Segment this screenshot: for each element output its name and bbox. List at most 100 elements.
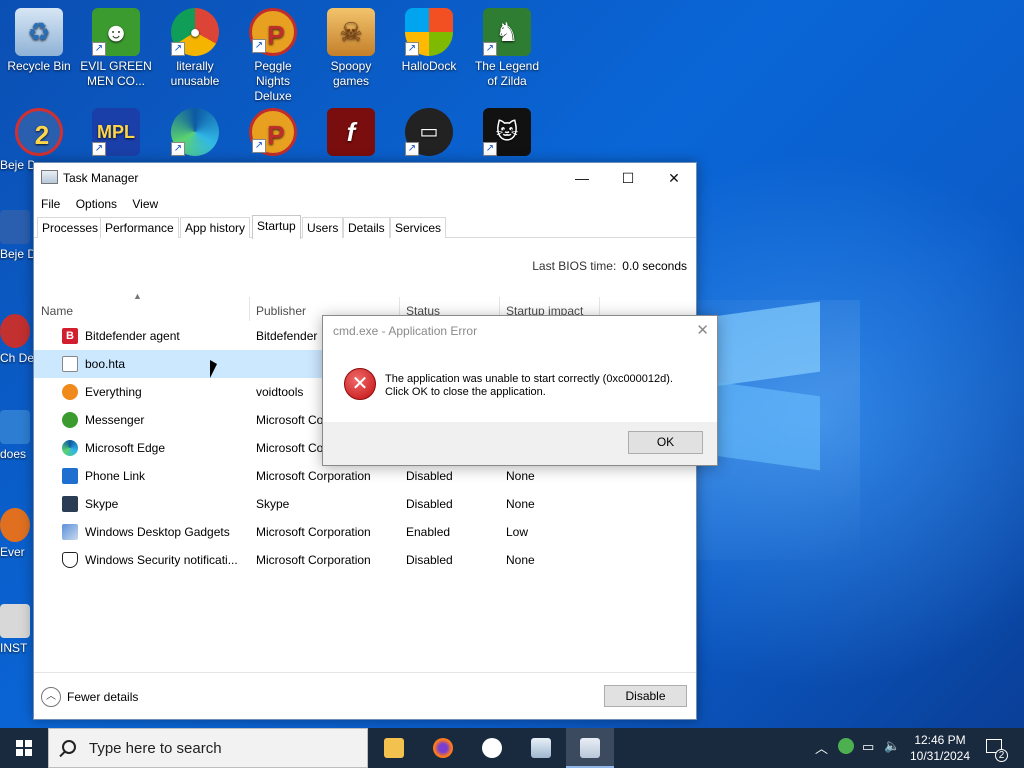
desktop-icon-label: Beje De — [0, 247, 34, 261]
tab-details[interactable]: Details — [343, 217, 390, 238]
close-icon[interactable]: ✕ — [696, 321, 709, 339]
row-publisher: Microsoft Corporation — [256, 525, 371, 539]
desktop-icon-edge[interactable]: ↗ — [158, 104, 232, 159]
column-divider[interactable] — [249, 297, 250, 321]
system-clock[interactable]: 12:46 PM 10/31/2024 — [905, 732, 975, 764]
desktop-icon-literally-unusable[interactable]: ● ↗ literally unusable — [158, 4, 232, 89]
column-header-name[interactable]: Name — [41, 304, 73, 318]
app-icon — [0, 410, 30, 444]
taskbar: Type here to search ︿ ▭ 🔈 12:46 PM 10/31… — [0, 728, 1024, 768]
network-icon[interactable]: ▭ — [862, 739, 874, 768]
taskbar-task-manager[interactable] — [566, 728, 614, 768]
table-row[interactable]: Windows Desktop Gadgets Microsoft Corpor… — [34, 518, 696, 546]
fewer-details-link[interactable]: Fewer details — [67, 690, 138, 704]
desktop-icon-label: does — [0, 447, 27, 461]
folder-icon — [384, 738, 404, 758]
tab-services[interactable]: Services — [390, 217, 447, 238]
desktop-icon-evil-green-men[interactable]: ☻ ↗ EVIL GREEN MEN CO... — [79, 4, 153, 89]
title-bar[interactable]: Task Manager — ☐ ✕ — [34, 163, 696, 193]
search-placeholder: Type here to search — [89, 740, 222, 757]
desktop-icon-mpl[interactable]: MPL ↗ — [79, 104, 153, 159]
desktop-icon-screen-tool[interactable]: ▭ ↗ — [392, 104, 466, 159]
windows-logo-icon — [16, 740, 32, 756]
desktop-icon-side-3[interactable]: Ch De — [0, 314, 34, 365]
minimize-button[interactable]: — — [559, 163, 605, 193]
chevron-up-icon[interactable]: ︿ — [41, 687, 61, 707]
show-hidden-icons-chevron-icon[interactable]: ︿ — [815, 738, 828, 768]
row-name: boo.hta — [85, 357, 126, 371]
tab-users[interactable]: Users — [302, 217, 344, 238]
table-row[interactable]: Phone Link Microsoft Corporation Disable… — [34, 462, 696, 490]
menu-view[interactable]: View — [132, 193, 158, 215]
task-manager-icon — [41, 170, 58, 184]
desktop-icon-side-1[interactable]: Beje De — [0, 158, 34, 172]
ok-button[interactable]: OK — [628, 431, 703, 454]
desktop-icon-label: Spoopy games — [330, 59, 372, 88]
taskbar-firefox[interactable] — [419, 728, 467, 768]
column-header-publisher[interactable]: Publisher — [256, 304, 306, 318]
desktop-icon-peggle-nights[interactable]: P ↗ Peggle Nights Deluxe — [236, 4, 310, 104]
desktop-icon-side-6[interactable]: INST — [0, 604, 34, 655]
recycle-bin-icon: ♻ — [15, 8, 63, 56]
zilda-character-icon: ♞ ↗ — [483, 8, 531, 56]
search-icon — [62, 740, 76, 754]
tab-startup[interactable]: Startup — [252, 215, 301, 239]
flash-icon: f — [327, 108, 375, 156]
peggle-icon: P ↗ — [249, 108, 297, 156]
row-impact: None — [506, 469, 535, 483]
tab-processes[interactable]: Processes — [37, 217, 104, 238]
taskbar-notepad[interactable] — [517, 728, 565, 768]
desktop-icon-bejeweled[interactable]: 2 — [2, 104, 76, 159]
desktop-icon-github[interactable]: 🐱 ↗ — [470, 104, 544, 159]
table-row[interactable]: Skype Skype Disabled None — [34, 490, 696, 518]
desktop-icon-recycle-bin[interactable]: ♻ Recycle Bin — [2, 4, 76, 74]
desktop-icon-spoopy-games[interactable]: ☠ Spoopy games — [314, 4, 388, 89]
row-name: Everything — [85, 385, 142, 399]
row-name: Windows Desktop Gadgets — [85, 525, 230, 539]
dialog-footer: OK — [323, 422, 717, 465]
volume-icon[interactable]: 🔈 — [884, 738, 900, 768]
error-message: The application was unable to start corr… — [385, 373, 673, 399]
row-name: Microsoft Edge — [85, 441, 166, 455]
desktop-icon-side-5[interactable]: Ever — [0, 508, 34, 559]
row-name: Windows Security notificati... — [85, 553, 238, 567]
tray-app-icon[interactable] — [838, 738, 854, 754]
magnifier-icon — [62, 384, 78, 400]
row-publisher: voidtools — [256, 385, 304, 399]
close-button[interactable]: ✕ — [651, 163, 697, 193]
desktop-icon-label: INST — [0, 641, 28, 655]
maximize-button[interactable]: ☐ — [605, 163, 651, 193]
desktop-icon-side-4[interactable]: does — [0, 410, 34, 461]
row-name: Skype — [85, 497, 119, 511]
desktop-icon-legend-of-zilda[interactable]: ♞ ↗ The Legend of Zilda — [470, 4, 544, 89]
menu-file[interactable]: File — [41, 193, 60, 215]
search-input[interactable]: Type here to search — [48, 728, 368, 768]
desktop-icon-side-2[interactable]: Beje De — [0, 210, 34, 261]
desktop-icon-flash[interactable]: f — [314, 104, 388, 159]
messenger-icon — [62, 412, 78, 428]
tab-performance[interactable]: Performance — [100, 217, 179, 238]
tab-app-history[interactable]: App history — [180, 217, 251, 238]
disable-button[interactable]: Disable — [604, 685, 687, 707]
chrome-icon: ● ↗ — [171, 8, 219, 56]
window-title: Task Manager — [63, 171, 139, 185]
message-line: The application was unable to start corr… — [385, 373, 673, 385]
mpl-icon: MPL ↗ — [92, 108, 140, 156]
desktop-icon-peggle[interactable]: P ↗ — [236, 104, 310, 159]
table-row[interactable]: Windows Security notificati... Microsoft… — [34, 546, 696, 574]
desktop-icon-hallodock[interactable]: ↗ HalloDock — [392, 4, 466, 74]
start-button[interactable] — [0, 728, 48, 768]
row-name: Bitdefender agent — [85, 329, 180, 343]
github-icon: 🐱 ↗ — [483, 108, 531, 156]
bios-value: 0.0 seconds — [622, 259, 687, 273]
message-line: Click OK to close the application. — [385, 386, 546, 398]
taskbar-github[interactable] — [468, 728, 516, 768]
app-icon — [0, 210, 30, 244]
phone-link-icon — [62, 468, 78, 484]
row-publisher: Microsoft Corporation — [256, 553, 371, 567]
menu-options[interactable]: Options — [76, 193, 117, 215]
notification-center-icon[interactable]: 2 — [982, 736, 1008, 762]
taskbar-file-explorer[interactable] — [370, 728, 418, 768]
installer-icon — [0, 604, 30, 638]
bejeweled-icon: 2 — [15, 108, 63, 156]
